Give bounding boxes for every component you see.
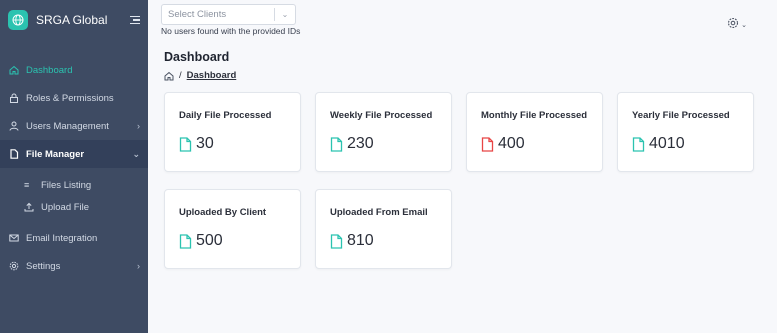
- file-icon: [179, 233, 192, 249]
- stat-card-yearly: Yearly File Processed 4010: [617, 92, 754, 172]
- file-icon: [632, 136, 645, 152]
- home-icon: [8, 65, 19, 76]
- chevron-down-icon: ⌄: [132, 148, 140, 159]
- sidebar-item-email-integration[interactable]: Email Integration: [0, 224, 148, 252]
- card-value: 4010: [649, 135, 685, 152]
- sidebar-item-users-management[interactable]: Users Management ›: [0, 112, 148, 140]
- user-icon: [8, 121, 19, 132]
- card-value-row: 4010: [632, 135, 753, 153]
- chevron-down-icon: ⌄: [741, 21, 747, 29]
- client-select[interactable]: Select Clients ⌄: [161, 4, 296, 25]
- page-title: Dashboard: [164, 50, 230, 64]
- card-title: Uploaded From Email: [330, 207, 428, 218]
- upload-icon: [24, 202, 34, 212]
- sidebar-item-dashboard[interactable]: Dashboard: [0, 56, 148, 84]
- chevron-right-icon: ›: [137, 261, 140, 271]
- card-value: 400: [498, 135, 525, 152]
- breadcrumb: / Dashboard: [164, 70, 236, 81]
- card-value: 230: [347, 135, 374, 152]
- card-value: 810: [347, 232, 374, 249]
- sidebar-item-roles-permissions[interactable]: Roles & Permissions: [0, 84, 148, 112]
- sidebar-item-label: Settings: [26, 260, 61, 272]
- sidebar-item-label: Email Integration: [26, 232, 98, 244]
- card-value-row: 400: [481, 135, 602, 153]
- globe-logo-icon: [8, 10, 28, 30]
- home-icon[interactable]: [164, 71, 174, 81]
- submenu-item-upload-file[interactable]: Upload File: [0, 196, 148, 218]
- card-title: Uploaded By Client: [179, 207, 267, 218]
- list-icon: ≡: [24, 180, 30, 190]
- brand: SRGA Global: [0, 0, 148, 40]
- stat-card-monthly: Monthly File Processed 400: [466, 92, 603, 172]
- card-value-row: 30: [179, 135, 300, 153]
- file-icon: [481, 136, 494, 152]
- chevron-right-icon: ›: [137, 121, 140, 131]
- user-gear-icon: [727, 17, 739, 32]
- card-value: 500: [196, 232, 223, 249]
- topbar: Select Clients ⌄ No users found with the…: [148, 0, 777, 40]
- card-value-row: 230: [330, 135, 451, 153]
- document-icon: [8, 149, 19, 160]
- breadcrumb-dashboard[interactable]: Dashboard: [187, 70, 237, 81]
- stat-card-weekly: Weekly File Processed 230: [315, 92, 452, 172]
- sidebar-item-label: Roles & Permissions: [26, 92, 114, 104]
- chevron-down-icon[interactable]: ⌄: [275, 10, 295, 19]
- client-select-placeholder: Select Clients: [168, 9, 227, 20]
- card-value-row: 500: [179, 232, 300, 250]
- file-icon: [330, 136, 343, 152]
- gear-icon: [8, 261, 19, 272]
- submenu-item-label: Upload File: [41, 201, 90, 213]
- mail-icon: [8, 233, 19, 244]
- sidebar-item-label: Users Management: [26, 120, 109, 132]
- card-value: 30: [196, 135, 214, 152]
- card-value-row: 810: [330, 232, 451, 250]
- card-title: Daily File Processed: [179, 110, 272, 121]
- file-manager-submenu: ≡ Files Listing Upload File: [0, 168, 148, 224]
- file-icon: [330, 233, 343, 249]
- file-icon: [179, 136, 192, 152]
- card-title: Monthly File Processed: [481, 110, 588, 121]
- submenu-item-label: Files Listing: [41, 179, 92, 191]
- user-settings-menu[interactable]: ⌄: [727, 17, 747, 32]
- card-title: Weekly File Processed: [330, 110, 433, 121]
- sidebar-item-file-manager[interactable]: File Manager ⌄: [0, 140, 148, 168]
- sidebar-item-label: File Manager: [26, 148, 85, 160]
- client-select-helper-text: No users found with the provided IDs: [161, 26, 301, 36]
- stat-card-daily: Daily File Processed 30: [164, 92, 301, 172]
- stat-card-uploaded-by-client: Uploaded By Client 500: [164, 189, 301, 269]
- sidebar-item-settings[interactable]: Settings ›: [0, 252, 148, 280]
- menu-toggle-icon[interactable]: [128, 15, 140, 25]
- breadcrumb-separator: /: [179, 70, 182, 81]
- stat-card-uploaded-from-email: Uploaded From Email 810: [315, 189, 452, 269]
- sidebar-nav: Dashboard Roles & Permissions Users Mana…: [0, 56, 148, 280]
- sidebar: SRGA Global Dashboard Roles & Permission…: [0, 0, 148, 333]
- brand-name: SRGA Global: [36, 13, 108, 27]
- lock-icon: [8, 93, 19, 104]
- sidebar-item-label: Dashboard: [26, 64, 73, 76]
- submenu-item-files-listing[interactable]: ≡ Files Listing: [0, 174, 148, 196]
- card-title: Yearly File Processed: [632, 110, 730, 121]
